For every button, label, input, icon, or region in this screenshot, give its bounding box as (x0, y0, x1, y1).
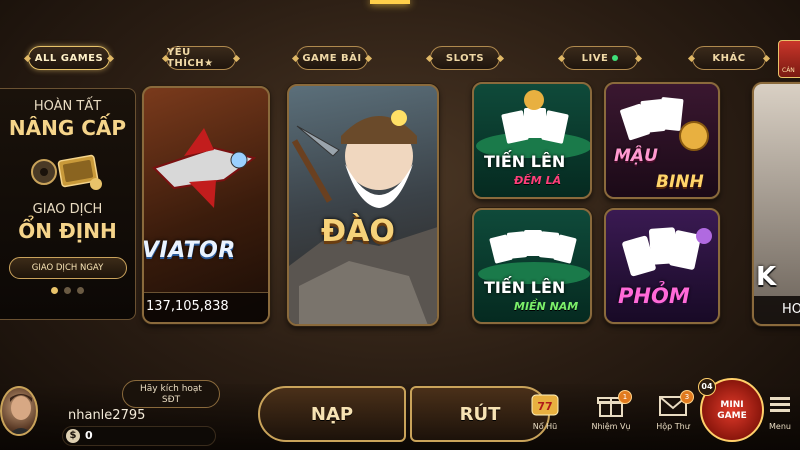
pagination-dot[interactable] (77, 287, 84, 294)
category-tabs: ALL GAMES YÊU THÍCH★ GAME BÀI SLOTS LIVE… (0, 46, 800, 72)
game-subtitle: ĐẾM LÁ (514, 174, 562, 187)
game-title: K (756, 262, 777, 292)
game-card-tien-len-mien-nam[interactable]: TIẾN LÊN MIỀN NAM (472, 208, 592, 324)
game-title: PHỎM (618, 284, 690, 308)
airplane-icon (152, 128, 257, 208)
miner-icon (289, 110, 437, 324)
menu-item-nhiem-vu[interactable]: 1 Nhiệm Vụ (586, 390, 636, 448)
deposit-button[interactable]: NẠP (258, 386, 406, 442)
jackpot-value: 137,105,838 (144, 292, 268, 322)
live-indicator-icon (612, 55, 619, 61)
tab-favorites[interactable]: YÊU THÍCH★ (166, 46, 236, 70)
hamburger-icon (765, 392, 795, 418)
notification-badge: 04 (698, 378, 716, 396)
balance-value: 0 (85, 429, 93, 442)
game-card-tien-len-dem-la[interactable]: TIẾN LÊN ĐẾM LÁ (472, 82, 592, 199)
gear-money-icon (28, 146, 108, 196)
game-card-dao[interactable]: ĐÀO (287, 84, 439, 326)
bottom-bar: Hãy kích hoạt SĐT nhanle2795 $ 0 NẠP RÚT… (0, 376, 800, 450)
tab-slots[interactable]: SLOTS (430, 46, 500, 70)
promo-banner[interactable]: HOÀN TẤT NÂNG CẤP GIAO DỊCH ỔN ĐỊNH GIAO… (0, 88, 136, 320)
notification-badge: 1 (618, 390, 632, 404)
playing-cards-icon (622, 227, 712, 277)
corner-event-button[interactable]: CÁN (778, 40, 800, 78)
slot-777-icon: 77 (530, 392, 560, 418)
promo-line-2: NÂNG CẤP (8, 116, 127, 140)
game-card-mau-binh[interactable]: MẬU BINH (604, 82, 720, 199)
promo-pagination (0, 287, 135, 294)
game-card-footer: HO (754, 296, 800, 324)
top-indicator (370, 0, 410, 4)
menu-item-hop-thu[interactable]: 3 Hộp Thư (648, 390, 698, 448)
avatar[interactable] (0, 386, 38, 436)
game-title: ĐÀO (321, 214, 395, 249)
playing-cards-icon (476, 90, 590, 158)
tab-game-bai[interactable]: GAME BÀI (296, 46, 368, 70)
promo-line-1: HOÀN TẤT (33, 99, 102, 114)
playing-cards-icon (478, 230, 590, 284)
tab-live[interactable]: LIVE (562, 46, 638, 70)
notification-badge: 3 (680, 390, 694, 404)
activate-phone-button[interactable]: Hãy kích hoạt SĐT (122, 380, 220, 408)
promo-line-3: GIAO DỊCH (32, 202, 103, 217)
menu-item-no-hu[interactable]: 77 Nổ Hũ (520, 392, 570, 448)
menu-item-menu[interactable]: Menu (760, 392, 800, 448)
promo-cta-button[interactable]: GIAO DỊCH NGAY (8, 257, 127, 279)
game-title: MẬU (614, 146, 658, 166)
pagination-dot[interactable] (51, 287, 58, 294)
game-subtitle: MIỀN NAM (514, 300, 579, 313)
promo-line-4: ỔN ĐỊNH (18, 219, 117, 243)
balance-display: $ 0 (62, 426, 216, 446)
username: nhanle2795 (68, 408, 146, 423)
mini-game-button[interactable]: 04 MINI GAME (698, 378, 764, 442)
pagination-dot[interactable] (64, 287, 71, 294)
game-title: TIẾN LÊN (484, 278, 566, 297)
tab-all-games[interactable]: ALL GAMES (28, 46, 110, 70)
currency-icon: $ (66, 429, 80, 443)
game-title: TIẾN LÊN (484, 152, 566, 171)
tab-khac[interactable]: KHÁC (692, 46, 766, 70)
game-subtitle: BINH (656, 172, 704, 192)
game-card-aviator[interactable]: VIATOR 137,105,838 (142, 86, 270, 324)
game-card-partial[interactable]: K HO (752, 82, 800, 326)
game-card-phom[interactable]: PHỎM (604, 208, 720, 324)
svg-text:77: 77 (537, 400, 552, 413)
game-title: VIATOR (142, 238, 236, 263)
